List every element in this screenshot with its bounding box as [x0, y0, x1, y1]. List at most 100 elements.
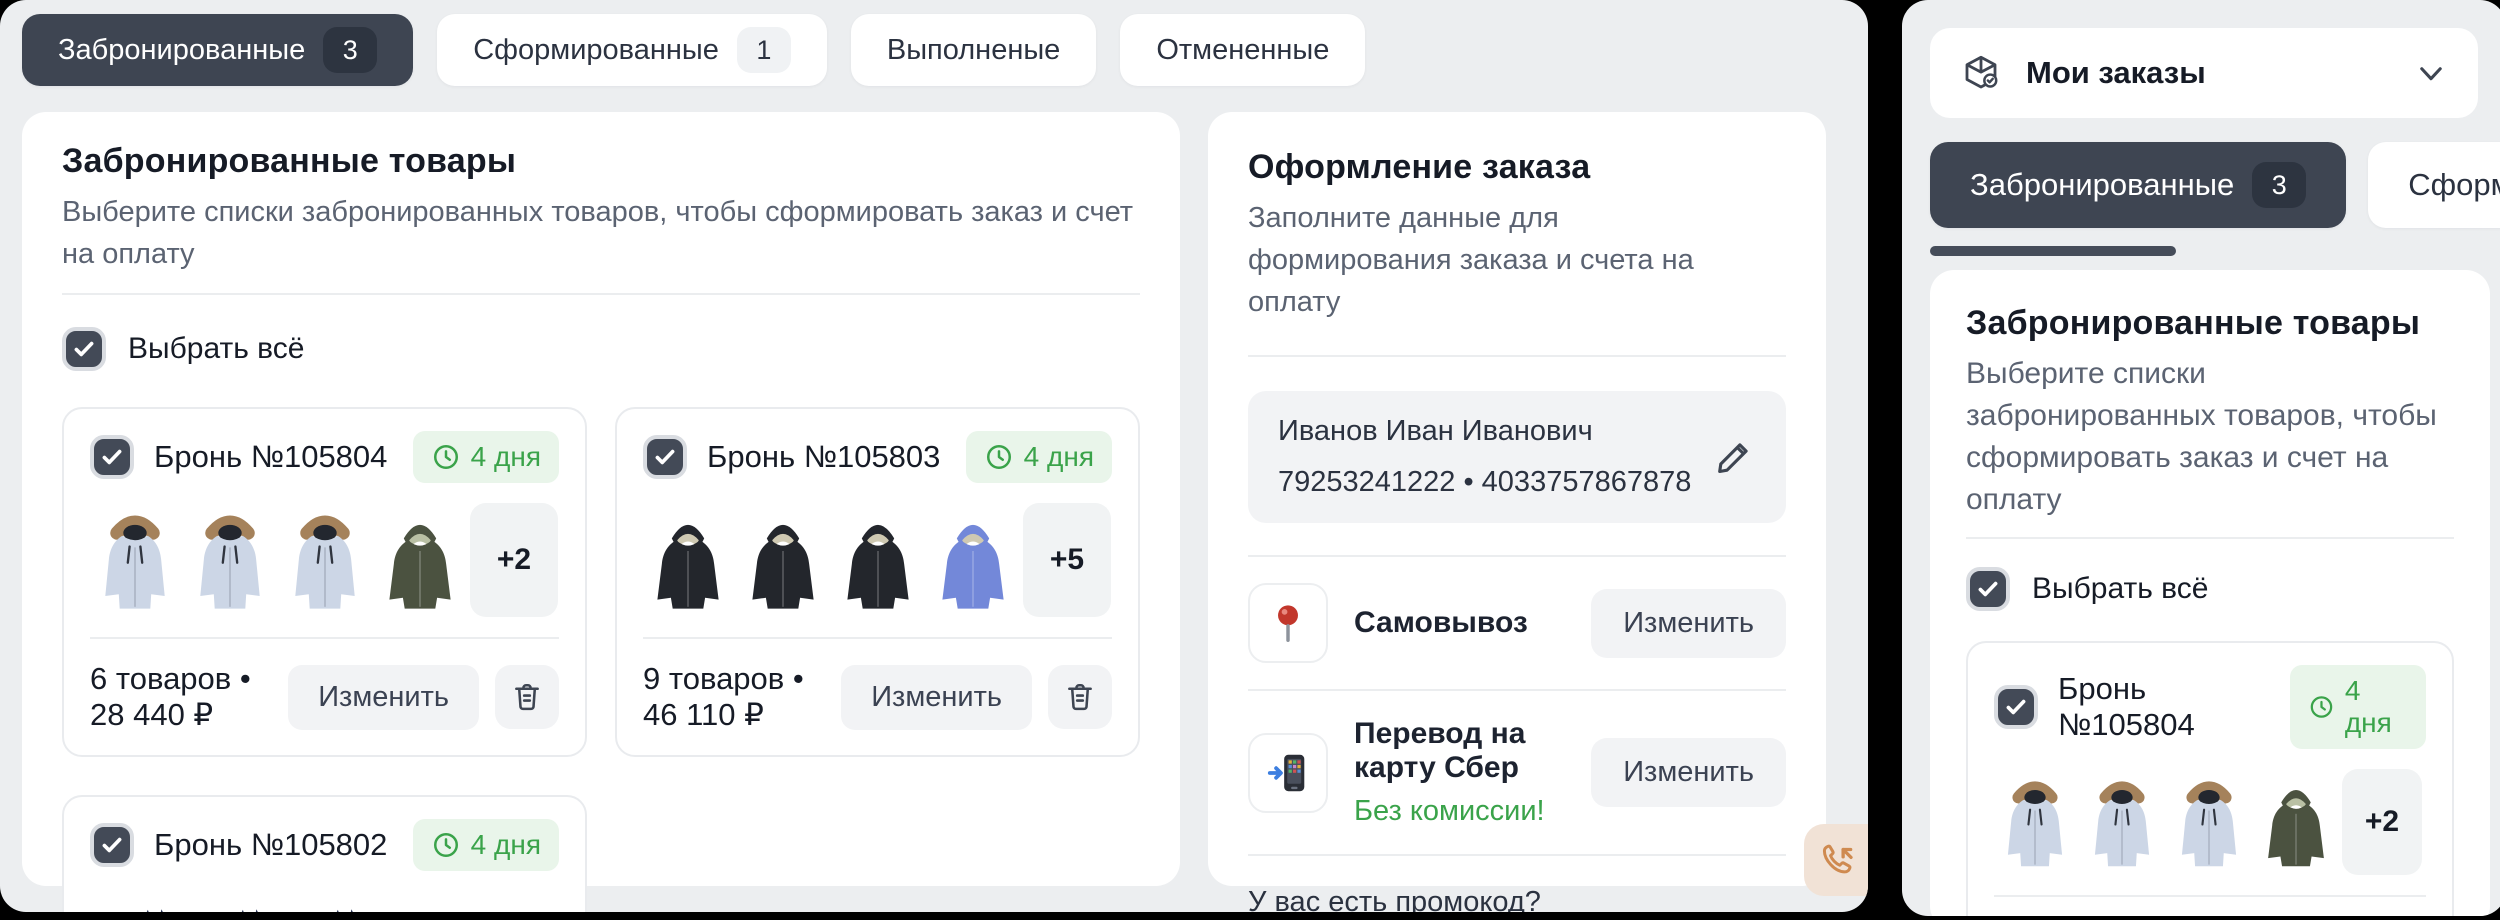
booking-header: Бронь №105804 4 дня: [90, 431, 559, 483]
phone-transfer-icon: [1248, 733, 1328, 813]
booking-name: Бронь №105802: [154, 827, 387, 863]
select-all-label: Выбрать всё: [2032, 572, 2208, 606]
status-tab[interactable]: Отмененные: [1120, 14, 1365, 86]
delete-booking-button[interactable]: [1048, 665, 1112, 729]
booking-header: Бронь №105804 4 дня: [1994, 665, 2426, 749]
tabs-scroll-indicator[interactable]: [1930, 246, 2176, 256]
customer-name: Иванов Иван Иванович: [1278, 415, 1712, 448]
reserved-title: Забронированные товары: [1966, 304, 2454, 343]
clock-icon: [984, 442, 1014, 472]
checkout-panel: Оформление заказа Заполните данные для ф…: [1208, 112, 1826, 886]
booking-name: Бронь №105804: [154, 439, 387, 475]
clock-icon: [431, 830, 461, 860]
promo-question: У вас есть промокод?: [1248, 886, 1786, 912]
divider: [1248, 355, 1786, 357]
booking-checkbox[interactable]: [90, 823, 134, 867]
change-payment-button[interactable]: Изменить: [1591, 738, 1786, 807]
trash-icon: [1063, 680, 1097, 714]
booking-thumbnails: +2: [1994, 769, 2426, 875]
product-thumbnail: [185, 503, 275, 617]
check-icon: [71, 336, 97, 362]
edit-booking-button[interactable]: Изменить: [288, 665, 479, 730]
payment-note: Без комиссии!: [1354, 795, 1565, 828]
clock-icon: [2308, 692, 2335, 722]
status-tab[interactable]: Выполненые: [851, 14, 1096, 86]
reserved-title: Забронированные товары: [62, 142, 1140, 181]
booking-card: Бронь №105802 4 дня: [62, 795, 587, 912]
product-thumbnail: [2168, 769, 2250, 875]
change-delivery-button[interactable]: Изменить: [1591, 589, 1786, 658]
booking-name: Бронь №105803: [707, 439, 940, 475]
check-icon: [2003, 694, 2029, 720]
booking-duration-badge: 4 дня: [413, 431, 559, 483]
product-thumbnail: [928, 503, 1018, 617]
duration-label: 4 дня: [471, 829, 541, 861]
booking-duration-badge: 4 дня: [966, 431, 1112, 483]
select-all-checkbox[interactable]: [62, 327, 106, 371]
booking-checkbox[interactable]: [1994, 685, 2038, 729]
check-icon: [99, 832, 125, 858]
select-all-label: Выбрать всё: [128, 332, 304, 366]
reserved-subtitle: Выберите списки забронированных товаров,…: [1966, 353, 2454, 521]
booking-checkbox[interactable]: [643, 435, 687, 479]
checkout-title: Оформление заказа: [1248, 148, 1786, 187]
booking-thumbnails: +2: [90, 503, 559, 617]
duration-label: 4 дня: [1024, 441, 1094, 473]
my-orders-title: Мои заказы: [2026, 55, 2206, 91]
product-thumbnail: [833, 503, 923, 617]
product-thumbnail: [185, 891, 275, 912]
duration-label: 4 дня: [471, 441, 541, 473]
tab-label: Отмененные: [1156, 34, 1329, 67]
status-tab[interactable]: Сформированные: [2368, 142, 2500, 228]
booking-card: Бронь №105804 4 дня +2 6 товаров • 28 440…: [62, 407, 587, 757]
package-icon: [1960, 52, 2002, 94]
payment-method-row: Перевод на карту Сбер Без комиссии! Изме…: [1248, 691, 1786, 854]
booking-summary: 9 товаров • 46 110 ₽: [643, 661, 825, 733]
product-thumbnail: [280, 891, 370, 912]
more-items-tile[interactable]: +2: [2342, 769, 2422, 875]
booking-card: Бронь №105803 4 дня +5 9 товаров • 46 110…: [615, 407, 1140, 757]
tab-count-badge: 1: [737, 27, 791, 73]
duration-label: 4 дня: [2345, 675, 2408, 739]
booking-name: Бронь №105804: [2058, 671, 2270, 743]
booking-checkbox[interactable]: [90, 435, 134, 479]
divider: [62, 293, 1140, 295]
tab-label: Забронированные: [58, 34, 305, 67]
my-orders-header[interactable]: Мои заказы: [1930, 28, 2478, 118]
callback-button[interactable]: [1804, 824, 1868, 896]
tab-count-badge: 3: [323, 27, 377, 73]
product-thumbnail: [1994, 769, 2076, 875]
pencil-icon[interactable]: [1712, 435, 1756, 479]
booking-footer: 6 товаров • 28 440 ₽Изменить: [1994, 895, 2426, 916]
booking-summary: 6 товаров • 28 440 ₽: [90, 661, 272, 733]
select-all-checkbox[interactable]: [1966, 567, 2010, 611]
check-icon: [1975, 576, 2001, 602]
reserved-goods-panel: Забронированные товары Выберите списки з…: [22, 112, 1180, 886]
booking-thumbnails: [90, 891, 559, 912]
delivery-method-label: Самовывоз: [1354, 606, 1528, 640]
phone-callback-icon: [1816, 839, 1858, 881]
delete-booking-button[interactable]: [495, 665, 559, 729]
payment-method-label: Перевод на карту Сбер: [1354, 717, 1565, 785]
status-tab[interactable]: Забронированные 3: [22, 14, 413, 86]
bookings-grid: Бронь №105804 4 дня +2 6 товаров • 28 440…: [62, 407, 1140, 912]
trash-icon: [510, 680, 544, 714]
product-thumbnail: [738, 503, 828, 617]
mobile-booking-slot: Бронь №105804 4 дня +2 6 товаров • 28 440…: [1966, 641, 2454, 916]
booking-thumbnails: +5: [643, 503, 1112, 617]
booking-duration-badge: 4 дня: [413, 819, 559, 871]
delivery-method-row: Самовывоз Изменить: [1248, 557, 1786, 689]
mobile-orders-panel: Мои заказы Забронированные3 Сформированны…: [1902, 0, 2500, 916]
status-tab[interactable]: Сформированные1: [437, 14, 827, 86]
chevron-down-icon[interactable]: [2414, 56, 2448, 90]
mobile-reserved-panel: Забронированные товары Выберите списки з…: [1930, 270, 2490, 916]
product-thumbnail: [280, 503, 370, 617]
customer-contact-card[interactable]: Иванов Иван Иванович 79253241222 • 40337…: [1248, 391, 1786, 523]
order-status-tabs: Забронированные 3 Сформированные1 Выполнены…: [0, 0, 1868, 86]
more-items-tile[interactable]: +2: [470, 503, 558, 617]
product-thumbnail: [2255, 769, 2337, 875]
edit-booking-button[interactable]: Изменить: [841, 665, 1032, 730]
status-tab[interactable]: Забронированные3: [1930, 142, 2346, 228]
product-thumbnail: [2081, 769, 2163, 875]
more-items-tile[interactable]: +5: [1023, 503, 1111, 617]
